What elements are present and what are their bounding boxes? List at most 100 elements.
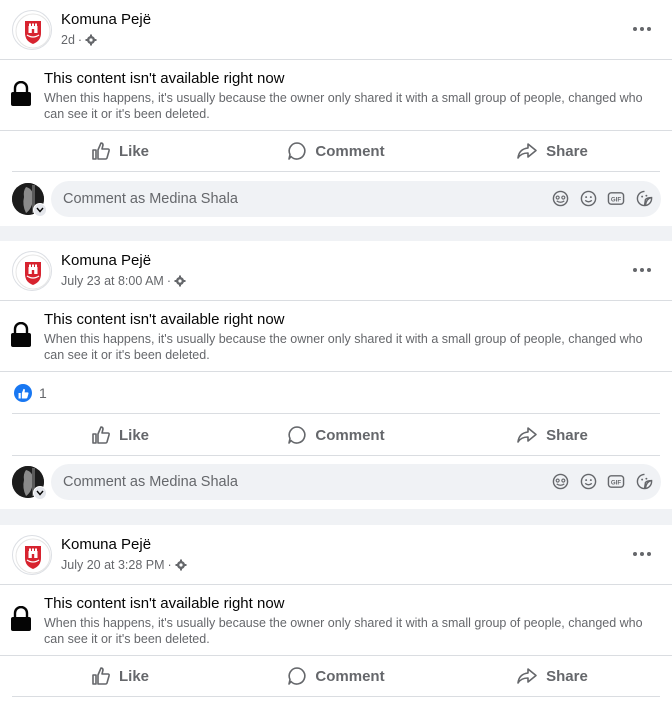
like-reaction-icon [14, 384, 32, 402]
more-options-button[interactable] [630, 542, 654, 566]
divider [12, 413, 660, 414]
emoji-icon [580, 473, 596, 489]
meta-separator: · [167, 558, 172, 572]
avatar-sticker-button[interactable] [551, 189, 569, 207]
post-header: Komuna Pejë July 20 at 3:28 PM · [0, 525, 672, 585]
post-meta: July 20 at 3:28 PM · [61, 558, 187, 572]
comment-icon [288, 142, 306, 160]
share-label: Share [546, 667, 588, 685]
gif-icon: GIF [607, 474, 625, 488]
divider [0, 371, 672, 372]
divider [12, 696, 660, 697]
post-meta: 2d · [61, 33, 97, 47]
share-button[interactable]: Share [444, 656, 660, 696]
meta-separator: · [166, 274, 172, 288]
more-icon [633, 27, 651, 31]
comment-row: Comment as Medina Shala GIF [0, 174, 672, 224]
comment-row: Comment as Medina Shala GIF [0, 457, 672, 507]
sticker-icon [636, 473, 652, 489]
action-bar: Like Comment Share [12, 415, 660, 455]
post-time[interactable]: July 20 at 3:28 PM [61, 558, 165, 572]
crest-logo [15, 13, 51, 49]
unavailable-title: This content isn't available right now [44, 311, 285, 328]
action-bar: Like Comment Share [12, 131, 660, 171]
comment-button[interactable]: Comment [228, 415, 444, 455]
comment-input[interactable]: Comment as Medina Shala GIF [51, 181, 661, 217]
comment-label: Comment [315, 426, 385, 444]
avatar-emoji-icon [552, 473, 568, 489]
unavailable-notice: This content isn't available right now W… [0, 60, 672, 130]
unavailable-text: When this happens, it's usually because … [44, 332, 643, 362]
like-button[interactable]: Like [12, 131, 228, 171]
unavailable-title: This content isn't available right now [44, 70, 285, 87]
comment-button[interactable]: Comment [228, 656, 444, 696]
chevron-down-icon [36, 207, 44, 213]
action-bar: Like Comment Share [12, 656, 660, 696]
divider [12, 171, 660, 172]
share-icon [517, 143, 537, 159]
page-avatar[interactable] [12, 535, 52, 575]
sticker-icon [636, 190, 652, 206]
avatar-emoji-icon [552, 190, 568, 206]
more-icon [633, 268, 651, 272]
post-time[interactable]: July 23 at 8:00 AM [61, 274, 164, 288]
crest-logo [15, 254, 51, 290]
post-time[interactable]: 2d [61, 33, 75, 47]
more-icon [633, 552, 651, 556]
unavailable-text: When this happens, it's usually because … [44, 616, 643, 646]
comment-icon [288, 426, 306, 444]
comment-placeholder: Comment as Medina Shala [63, 191, 238, 207]
gear-icon [174, 275, 186, 287]
post-header: Komuna Pejë 2d · [0, 0, 672, 60]
avatar-switch-icon[interactable] [33, 203, 47, 217]
comment-label: Comment [315, 667, 385, 685]
comment-icon [288, 667, 306, 685]
svg-text:GIF: GIF [611, 479, 621, 486]
unavailable-title: This content isn't available right now [44, 595, 285, 612]
sticker-button[interactable] [635, 472, 653, 490]
meta-separator: · [77, 33, 83, 47]
post-1: Komuna Pejë 2d · This content isn't avai… [0, 0, 672, 226]
like-button[interactable]: Like [12, 656, 228, 696]
gear-icon [85, 34, 97, 46]
more-options-button[interactable] [630, 17, 654, 41]
emoji-button[interactable] [579, 472, 597, 490]
reaction-summary[interactable]: 1 [14, 373, 47, 413]
post-meta: July 23 at 8:00 AM · [61, 274, 186, 288]
sticker-button[interactable] [635, 189, 653, 207]
avatar-switch-icon[interactable] [33, 486, 47, 500]
like-label: Like [118, 667, 149, 685]
post-2: Komuna Pejë July 23 at 8:00 AM · This co… [0, 241, 672, 509]
like-icon [92, 142, 110, 160]
unavailable-notice: This content isn't available right now W… [0, 301, 672, 371]
comment-tools: GIF [551, 472, 653, 490]
gif-button[interactable]: GIF [607, 472, 625, 490]
page-avatar[interactable] [12, 251, 52, 291]
chevron-down-icon [36, 490, 44, 496]
avatar-sticker-button[interactable] [551, 472, 569, 490]
share-label: Share [546, 142, 588, 160]
comment-input[interactable]: Comment as Medina Shala GIF [51, 464, 661, 500]
page-name[interactable]: Komuna Pejë [61, 11, 151, 28]
divider [12, 455, 660, 456]
like-label: Like [118, 426, 149, 444]
post-header: Komuna Pejë July 23 at 8:00 AM · [0, 241, 672, 301]
emoji-button[interactable] [579, 189, 597, 207]
share-icon [517, 427, 537, 443]
share-label: Share [546, 426, 588, 444]
page-name[interactable]: Komuna Pejë [61, 252, 151, 269]
gif-icon: GIF [607, 191, 625, 205]
unavailable-text: When this happens, it's usually because … [44, 91, 643, 121]
comment-button[interactable]: Comment [228, 131, 444, 171]
crest-logo [15, 538, 51, 574]
page-name[interactable]: Komuna Pejë [61, 536, 151, 553]
like-button[interactable]: Like [12, 415, 228, 455]
like-icon [92, 426, 110, 444]
like-count: 1 [39, 385, 47, 401]
more-options-button[interactable] [630, 258, 654, 282]
share-button[interactable]: Share [444, 415, 660, 455]
gif-button[interactable]: GIF [607, 189, 625, 207]
unavailable-notice: This content isn't available right now W… [0, 585, 672, 655]
share-button[interactable]: Share [444, 131, 660, 171]
page-avatar[interactable] [12, 10, 52, 50]
